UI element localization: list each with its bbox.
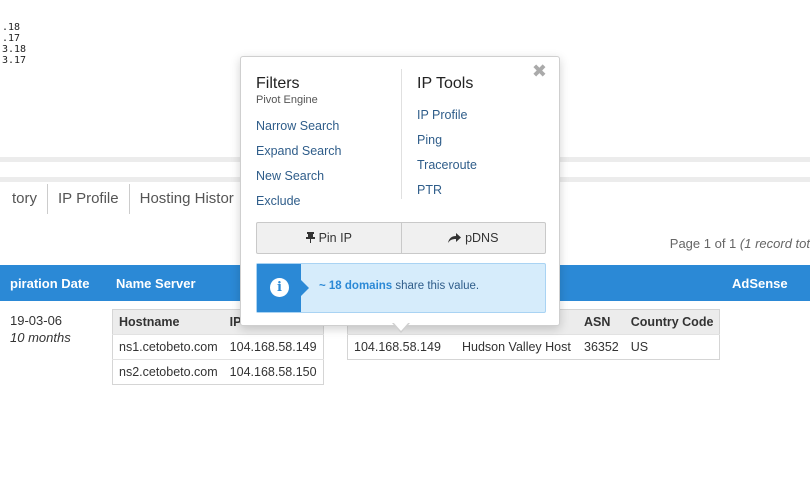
traceroute-link[interactable]: Traceroute bbox=[417, 153, 477, 178]
pivot-popup: ✖ Filters Pivot Engine Narrow Search Exp… bbox=[240, 56, 560, 326]
ip-header-asn: ASN bbox=[578, 309, 625, 335]
column-adsense[interactable]: AdSense bbox=[732, 276, 788, 291]
ip-list-item: 3.18 bbox=[2, 44, 27, 55]
ns-ip-link[interactable]: 104.168.58.149 bbox=[223, 334, 324, 360]
ns-ip: 104.168.58.150 bbox=[223, 359, 324, 385]
filters-section: Filters Pivot Engine Narrow Search Expan… bbox=[256, 75, 341, 214]
ping-link[interactable]: Ping bbox=[417, 128, 477, 153]
ptr-link[interactable]: PTR bbox=[417, 178, 477, 203]
ip-asn: 36352 bbox=[578, 334, 625, 360]
expand-search-link[interactable]: Expand Search bbox=[256, 139, 341, 164]
pin-ip-label: Pin IP bbox=[318, 231, 352, 245]
pdns-button[interactable]: pDNS bbox=[400, 223, 546, 253]
tab-bar: tory IP Profile Hosting Histor bbox=[0, 184, 244, 214]
new-search-link[interactable]: New Search bbox=[256, 164, 341, 189]
expiration-cell: 19-03-06 10 months bbox=[10, 312, 71, 346]
ip-host: Hudson Valley Host bbox=[456, 334, 578, 360]
ip-country-code: US bbox=[624, 334, 720, 360]
pin-ip-button[interactable]: Pin IP bbox=[257, 223, 401, 253]
domain-count-info: i ~ 18 domains share this value. bbox=[256, 263, 546, 313]
tab-history[interactable]: tory bbox=[0, 184, 49, 214]
ip-header-country-code: Country Code bbox=[624, 309, 720, 335]
pin-icon bbox=[305, 232, 315, 243]
share-arrow-icon bbox=[448, 233, 462, 243]
ip-tools-section: IP Tools IP Profile Ping Traceroute PTR bbox=[417, 75, 477, 203]
pager-record-count: (1 record tot bbox=[739, 236, 810, 251]
column-name-server[interactable]: Name Server bbox=[116, 276, 196, 291]
ip-list-item: 3.17 bbox=[2, 55, 27, 66]
table-row: ns2.cetobeto.com 104.168.58.150 bbox=[112, 359, 324, 385]
domain-count-suffix: share this value. bbox=[392, 280, 480, 292]
domain-count-text[interactable]: ~ 18 domains share this value. bbox=[319, 280, 479, 292]
tab-hosting-history[interactable]: Hosting Histor bbox=[130, 184, 244, 214]
narrow-search-link[interactable]: Narrow Search bbox=[256, 114, 341, 139]
expiration-relative: 10 months bbox=[10, 330, 71, 345]
exclude-link[interactable]: Exclude bbox=[256, 189, 341, 214]
pdns-label: pDNS bbox=[465, 231, 499, 245]
pager-text: Page 1 of 1 bbox=[669, 236, 740, 251]
ip-list: .18 .17 3.18 3.17 bbox=[2, 22, 26, 66]
ns-hostname: ns1.cetobeto.com bbox=[112, 334, 224, 360]
ip-link[interactable]: 104.168.58.149 bbox=[347, 334, 456, 360]
column-expiration-date[interactable]: piration Date bbox=[10, 276, 89, 291]
ns-hostname: ns2.cetobeto.com bbox=[112, 359, 224, 385]
ip-tools-title: IP Tools bbox=[417, 75, 474, 92]
popup-actions: Pin IP pDNS bbox=[256, 222, 546, 254]
ip-profile-link[interactable]: IP Profile bbox=[417, 103, 477, 128]
ns-header-hostname: Hostname bbox=[112, 309, 224, 335]
tab-ip-profile[interactable]: IP Profile bbox=[48, 184, 130, 214]
expiration-date: 19-03-06 bbox=[10, 313, 63, 328]
pager: Page 1 of 1 (1 record tot bbox=[670, 236, 810, 251]
filters-subtitle: Pivot Engine bbox=[256, 94, 318, 106]
info-icon: i bbox=[270, 278, 289, 297]
table-row: 104.168.58.149 Hudson Valley Host 36352 … bbox=[347, 334, 720, 360]
ip-list-item: .18 bbox=[2, 22, 21, 33]
ip-list-item: .17 bbox=[2, 33, 21, 44]
table-row: ns1.cetobeto.com 104.168.58.149 bbox=[112, 334, 324, 360]
close-icon[interactable]: ✖ bbox=[532, 61, 547, 82]
popup-divider bbox=[401, 69, 402, 199]
filters-title: Filters bbox=[256, 75, 300, 92]
domain-count[interactable]: ~ 18 domains bbox=[319, 280, 392, 292]
